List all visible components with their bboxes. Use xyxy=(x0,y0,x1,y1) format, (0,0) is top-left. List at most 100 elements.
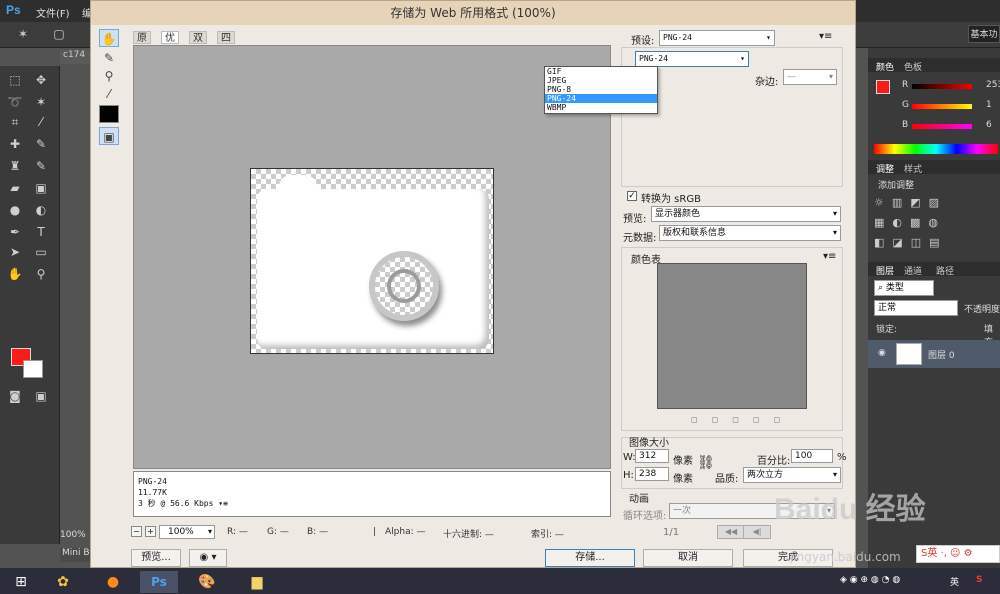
zoom-level-select[interactable]: 100% ▾ xyxy=(159,525,215,539)
photoshop-taskbar-icon[interactable]: Ps xyxy=(140,571,178,593)
slider-b[interactable]: B 6 xyxy=(902,120,992,132)
gradient-icon[interactable]: ▣ xyxy=(32,180,50,196)
slider-g-value[interactable]: 1 xyxy=(986,100,992,110)
link-chain-icon[interactable]: ⛓ xyxy=(697,455,715,471)
preview-button[interactable]: 预览... xyxy=(131,549,181,567)
pen-icon[interactable]: ✒ xyxy=(6,224,24,240)
info-menu-icon[interactable]: ▾≡ xyxy=(218,499,228,508)
prev-frame-button[interactable]: ◀| xyxy=(743,525,771,539)
browser-select[interactable]: ◉ ▾ xyxy=(189,549,227,567)
menu-file[interactable]: 文件(F) xyxy=(36,5,70,20)
adjustment-icons-row3[interactable]: ◧◪◫▤ xyxy=(874,236,948,249)
blend-mode-select[interactable]: 正常 xyxy=(874,300,958,316)
brush-icon[interactable]: ✎ xyxy=(32,136,50,152)
layer-row[interactable]: ◉ 图层 0 xyxy=(868,340,1000,368)
background-color-swatch[interactable] xyxy=(23,360,43,378)
slider-r-value[interactable]: 253 xyxy=(986,80,1000,90)
tab-4up[interactable]: 四联 xyxy=(217,31,235,57)
slider-g-bar[interactable] xyxy=(912,104,972,109)
slider-b-bar[interactable] xyxy=(912,124,972,129)
format-option-png24[interactable]: PNG-24 xyxy=(545,94,657,103)
tab-channels[interactable]: 通道 xyxy=(904,264,922,277)
format-option-wbmp[interactable]: WBMP xyxy=(545,103,657,112)
eyedropper-color-swatch[interactable] xyxy=(99,105,119,123)
firefox-icon[interactable]: ● xyxy=(94,571,132,593)
windows-start-icon[interactable]: ⊞ xyxy=(2,571,40,593)
color-spectrum[interactable] xyxy=(874,144,998,154)
quality-select[interactable]: 两次立方 ▾ xyxy=(743,467,841,483)
tab-2up[interactable]: 双联 xyxy=(189,31,207,57)
stamp-icon[interactable]: ♜ xyxy=(6,158,24,174)
format-option-png8[interactable]: PNG-8 xyxy=(545,85,657,94)
preview-mode-select[interactable]: 显示器颜色 ▾ xyxy=(651,206,841,222)
panel-fg-swatch[interactable] xyxy=(876,80,890,94)
tab-optimized[interactable]: 优化 xyxy=(161,31,179,57)
app-flower-icon[interactable]: ✿ xyxy=(44,571,82,593)
eye-icon[interactable]: ◉ xyxy=(878,348,886,358)
document-tab[interactable]: c174 xyxy=(60,50,92,64)
first-frame-button[interactable]: ◀◀ xyxy=(717,525,745,539)
tab-swatches[interactable]: 色板 xyxy=(904,60,922,73)
zoom-in-button[interactable]: + xyxy=(145,526,156,537)
slider-b-value[interactable]: 6 xyxy=(986,120,992,130)
adjustment-icons-row1[interactable]: ☼▥◩▨ xyxy=(874,196,947,209)
width-input[interactable]: 312 xyxy=(635,449,669,463)
convert-srgb-checkbox[interactable]: ✓ xyxy=(627,191,637,201)
slice-select-icon[interactable]: ✎ xyxy=(99,49,119,67)
path-select-icon[interactable]: ➤ xyxy=(6,244,24,260)
layer-kind-filter[interactable]: ⌕ 类型 xyxy=(874,280,934,296)
crop-icon[interactable]: ⌗ xyxy=(6,114,24,130)
file-format-select[interactable]: PNG-24 ▾ xyxy=(635,51,749,67)
selection-mode-icon[interactable]: ▢ xyxy=(50,26,68,42)
move-icon[interactable]: ✥ xyxy=(32,72,50,88)
dodge-icon[interactable]: ◐ xyxy=(32,202,50,218)
zoom-tool-icon[interactable]: ⚲ xyxy=(99,67,119,85)
explorer-icon[interactable]: ▆ xyxy=(238,571,276,593)
format-option-gif[interactable]: GIF xyxy=(545,67,657,76)
zoom-out-button[interactable]: − xyxy=(131,526,142,537)
slider-g[interactable]: G 1 xyxy=(902,100,992,112)
workspace-basic-button[interactable]: 基本功 xyxy=(968,25,1000,43)
tab-layers[interactable]: 图层 xyxy=(876,264,894,277)
cancel-button[interactable]: 取消 xyxy=(643,549,733,567)
mini-bridge-tab[interactable]: Mini B xyxy=(60,548,92,562)
hand-icon[interactable]: ✋ xyxy=(6,266,24,282)
slider-r[interactable]: R 253 xyxy=(902,80,1000,92)
type-icon[interactable]: T xyxy=(32,224,50,240)
history-brush-icon[interactable]: ✎ xyxy=(32,158,50,174)
tab-color[interactable]: 颜色 xyxy=(876,60,894,73)
matte-select[interactable]: — ▾ xyxy=(783,69,837,85)
tab-original[interactable]: 原稿 xyxy=(133,31,151,57)
shape-icon[interactable]: ▭ xyxy=(32,244,50,260)
paint-icon[interactable]: 🎨 xyxy=(188,571,226,593)
color-table-icons[interactable]: ◻◻◻◻◻ xyxy=(691,415,794,424)
height-input[interactable]: 238 xyxy=(635,467,669,481)
tab-styles[interactable]: 样式 xyxy=(904,162,922,175)
adjustment-icons-row2[interactable]: ▦◐▩◍ xyxy=(874,216,946,229)
save-button[interactable]: 存储... xyxy=(545,549,635,567)
toggle-slices-icon[interactable]: ▣ xyxy=(99,127,119,145)
magic-wand-option-icon[interactable]: ✶ xyxy=(14,26,32,42)
preset-select[interactable]: PNG-24 ▾ xyxy=(659,30,775,46)
lasso-icon[interactable]: ➰ xyxy=(6,94,24,110)
tray-icons[interactable]: ◈ ◉ ⊕ ◍ ◔ ◍ xyxy=(840,575,900,585)
image-preview[interactable] xyxy=(250,168,494,354)
color-table[interactable] xyxy=(657,263,807,409)
eyedropper-tool-icon[interactable]: ⁄ xyxy=(99,85,119,103)
layer-name[interactable]: 图层 0 xyxy=(928,348,955,361)
tab-adjustments[interactable]: 调整 xyxy=(876,162,894,175)
quick-mask-icon[interactable]: ◙ xyxy=(6,388,24,404)
healing-icon[interactable]: ✚ xyxy=(6,136,24,152)
screen-mode-icon[interactable]: ▣ xyxy=(32,388,50,404)
marquee-icon[interactable]: ⬚ xyxy=(6,72,24,88)
ime-toolbar[interactable]: S英 ·, ☺ ⚙ xyxy=(916,545,1000,563)
preview-area[interactable] xyxy=(133,45,611,469)
slider-r-bar[interactable] xyxy=(912,84,972,89)
eraser-icon[interactable]: ▰ xyxy=(6,180,24,196)
sogou-icon[interactable]: S xyxy=(976,575,982,585)
hand-tool-icon[interactable]: ✋ xyxy=(99,29,119,47)
preset-menu-icon[interactable]: ▾≡ xyxy=(819,31,832,42)
color-table-menu-icon[interactable]: ▾≡ xyxy=(823,251,836,262)
tab-paths[interactable]: 路径 xyxy=(936,264,954,277)
zoom-icon[interactable]: ⚲ xyxy=(32,266,50,282)
